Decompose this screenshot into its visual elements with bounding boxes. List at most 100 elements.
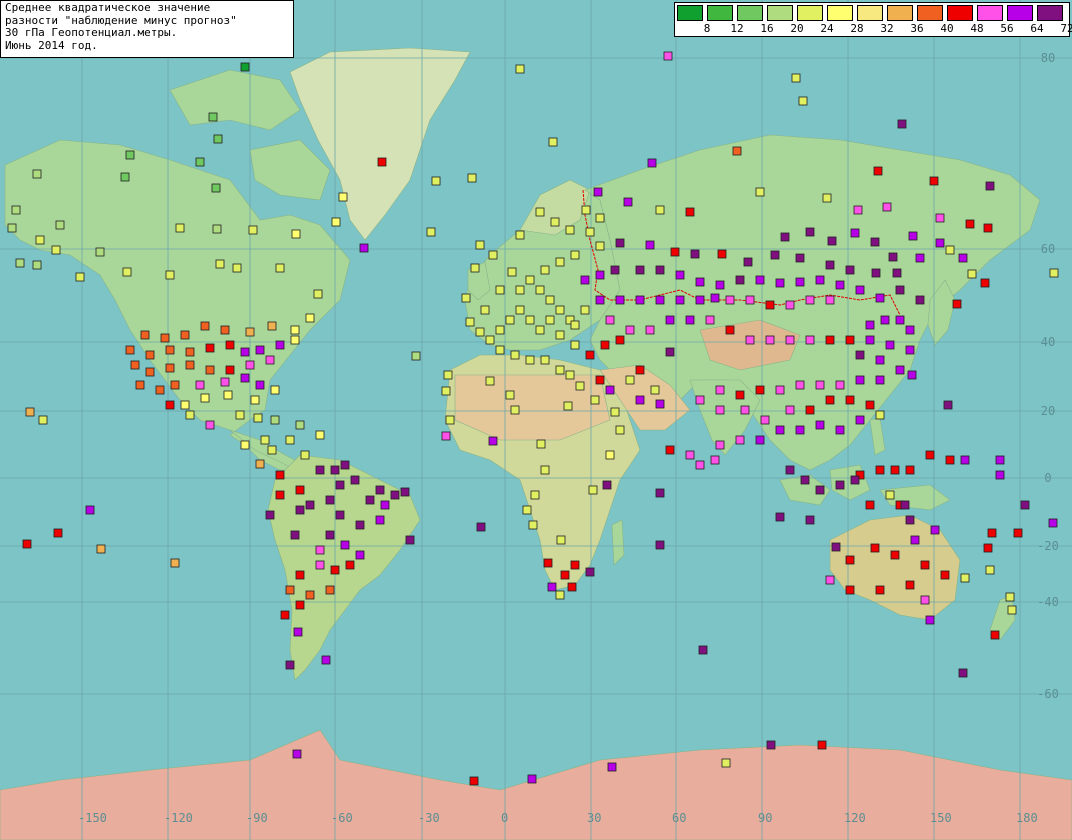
station-marker: [248, 225, 258, 235]
station-marker: [212, 224, 222, 234]
title-line-1: Среднее квадратическое значение: [5, 1, 211, 14]
station-marker: [800, 475, 810, 485]
station-marker: [205, 343, 215, 353]
station-marker: [585, 350, 595, 360]
station-marker: [570, 560, 580, 570]
station-marker: [585, 567, 595, 577]
station-marker: [695, 460, 705, 470]
station-marker: [305, 590, 315, 600]
station-marker: [475, 240, 485, 250]
station-marker: [525, 275, 535, 285]
station-marker: [556, 535, 566, 545]
station-marker: [791, 73, 801, 83]
station-marker: [505, 315, 515, 325]
station-marker: [905, 465, 915, 475]
station-marker: [405, 535, 415, 545]
station-marker: [38, 415, 48, 425]
station-marker: [507, 267, 517, 277]
station-marker: [575, 381, 585, 391]
station-marker: [255, 345, 265, 355]
station-marker: [595, 213, 605, 223]
station-marker: [655, 265, 665, 275]
station-marker: [445, 415, 455, 425]
station-marker: [960, 455, 970, 465]
station-marker: [805, 515, 815, 525]
station-marker: [295, 600, 305, 610]
station-marker: [32, 260, 42, 270]
station-marker: [735, 435, 745, 445]
longitude-label: -60: [331, 811, 353, 825]
station-marker: [441, 431, 451, 441]
station-marker: [1013, 528, 1023, 538]
station-marker: [958, 253, 968, 263]
station-marker: [365, 495, 375, 505]
station-marker: [205, 365, 215, 375]
station-marker: [588, 485, 598, 495]
station-marker: [211, 183, 221, 193]
station-marker: [135, 380, 145, 390]
station-marker: [325, 585, 335, 595]
station-marker: [340, 540, 350, 550]
station-marker: [145, 367, 155, 377]
station-marker: [895, 315, 905, 325]
station-marker: [470, 263, 480, 273]
station-marker: [798, 96, 808, 106]
station-marker: [165, 400, 175, 410]
station-marker: [831, 542, 841, 552]
station-marker: [295, 420, 305, 430]
station-marker: [215, 259, 225, 269]
station-marker: [291, 229, 301, 239]
station-marker: [888, 252, 898, 262]
legend-swatch: [887, 5, 913, 21]
station-marker: [625, 375, 635, 385]
station-marker: [705, 315, 715, 325]
station-marker: [645, 240, 655, 250]
station-marker: [240, 62, 250, 72]
longitude-label: 0: [501, 811, 508, 825]
station-marker: [983, 223, 993, 233]
station-marker: [570, 340, 580, 350]
station-marker: [95, 247, 105, 257]
station-marker: [223, 390, 233, 400]
station-marker: [795, 253, 805, 263]
longitude-label: 90: [758, 811, 772, 825]
station-marker: [355, 550, 365, 560]
station-marker: [120, 172, 130, 182]
station-marker: [505, 390, 515, 400]
station-marker: [300, 450, 310, 460]
station-marker: [685, 207, 695, 217]
station-marker: [130, 360, 140, 370]
station-marker: [875, 585, 885, 595]
station-marker: [698, 645, 708, 655]
station-marker: [185, 347, 195, 357]
station-marker: [295, 505, 305, 515]
station-marker: [930, 525, 940, 535]
station-marker: [292, 749, 302, 759]
station-marker: [815, 275, 825, 285]
station-marker: [805, 405, 815, 415]
station-marker: [165, 363, 175, 373]
legend-swatch: [947, 5, 973, 21]
station-marker: [443, 370, 453, 380]
station-marker: [535, 285, 545, 295]
station-marker: [835, 280, 845, 290]
station-marker: [920, 560, 930, 570]
station-marker: [605, 450, 615, 460]
longitude-label: 60: [672, 811, 686, 825]
station-marker: [548, 137, 558, 147]
legend-label: 8: [703, 22, 711, 35]
station-marker: [547, 582, 557, 592]
station-marker: [565, 225, 575, 235]
station-marker: [875, 355, 885, 365]
station-marker: [488, 436, 498, 446]
station-marker: [665, 347, 675, 357]
station-marker: [595, 295, 605, 305]
station-marker: [615, 295, 625, 305]
station-marker: [530, 490, 540, 500]
station-marker: [325, 530, 335, 540]
station-marker: [85, 505, 95, 515]
station-marker: [735, 275, 745, 285]
station-marker: [873, 166, 883, 176]
station-marker: [240, 440, 250, 450]
station-marker: [555, 365, 565, 375]
